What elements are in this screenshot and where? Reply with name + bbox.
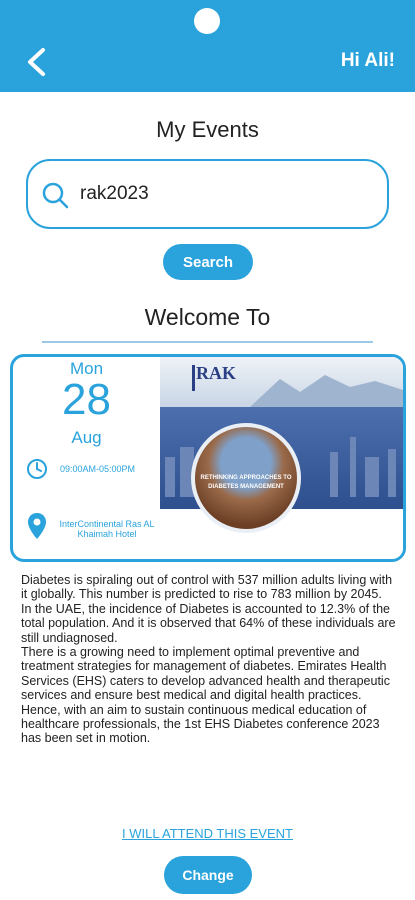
- chevron-left-icon: [28, 48, 45, 76]
- event-date-column: Mon 28 Aug 09:00AM-05:00PM InterContinen…: [13, 357, 160, 559]
- user-greeting: Hi Ali!: [340, 50, 395, 71]
- divider: [42, 341, 373, 343]
- event-day-number: 28: [62, 375, 111, 424]
- logo-mark: [192, 365, 195, 391]
- attend-event-link[interactable]: I WILL ATTEND THIS EVENT: [0, 826, 415, 841]
- event-description: Diabetes is spiraling out of control wit…: [21, 573, 401, 746]
- event-image-caption: RETHINKING APPROACHES TO DIABETES MANAGE…: [200, 475, 292, 490]
- event-logo: RAK: [196, 363, 236, 383]
- camera-notch: [194, 8, 220, 34]
- event-month: Aug: [71, 428, 102, 447]
- search-button[interactable]: Search: [163, 244, 253, 280]
- event-banner-image: RAK RETHINKING APPROACHES TO DIABETES MA…: [160, 357, 403, 559]
- description-paragraph: Hence, with an aim to sustain continuous…: [21, 702, 380, 746]
- event-card[interactable]: Mon 28 Aug 09:00AM-05:00PM InterContinen…: [10, 354, 406, 562]
- app-header: Hi Ali!: [0, 0, 415, 92]
- event-venue: InterContinental Ras AL Khaimah Hotel: [59, 519, 155, 539]
- event-time: 09:00AM-05:00PM: [60, 464, 136, 474]
- search-box[interactable]: [26, 159, 389, 229]
- event-photo-circle: RETHINKING APPROACHES TO DIABETES MANAGE…: [191, 423, 301, 533]
- clock-icon: [27, 459, 47, 479]
- description-paragraph: Diabetes is spiraling out of control wit…: [21, 573, 393, 602]
- description-paragraph: In the UAE, the incidence of Diabetes is…: [21, 601, 396, 645]
- search-icon: [42, 182, 69, 209]
- search-input[interactable]: [80, 177, 370, 211]
- location-pin-icon: [28, 513, 46, 539]
- change-button[interactable]: Change: [164, 856, 252, 894]
- description-paragraph: There is a growing need to implement opt…: [21, 645, 390, 703]
- page-title: My Events: [156, 117, 259, 142]
- back-button[interactable]: [18, 44, 54, 80]
- welcome-heading: Welcome To: [144, 304, 271, 330]
